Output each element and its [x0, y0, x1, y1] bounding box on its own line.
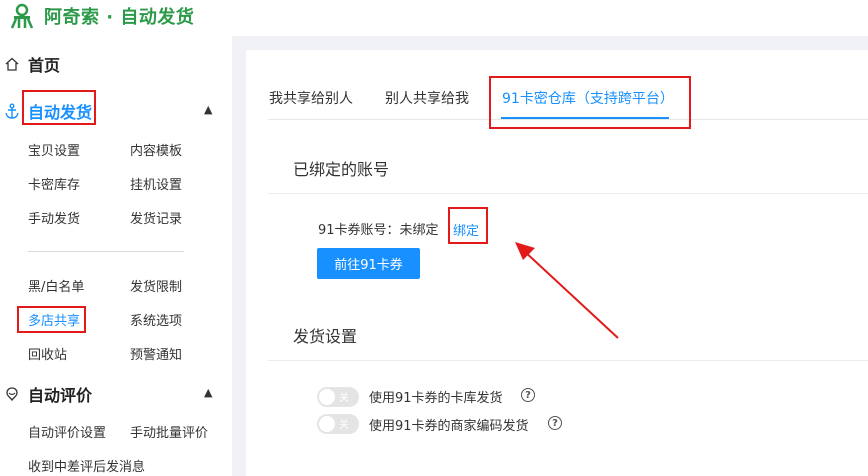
annotation-box-bind — [448, 207, 488, 244]
ship-settings-title: 发货设置 — [293, 327, 358, 346]
review-icon — [4, 386, 20, 402]
bound-account-title: 已绑定的账号 — [293, 160, 390, 179]
tab-shared-with-me[interactable]: 别人共享给我 — [385, 88, 469, 108]
toggle-card-library-ship[interactable]: 关 — [317, 387, 359, 407]
toggle-merchant-code-ship[interactable]: 关 — [317, 414, 359, 434]
home-icon — [4, 56, 20, 72]
toggle-knob — [319, 389, 335, 405]
chevron-up-icon[interactable]: ▲ — [204, 386, 212, 399]
sidebar-subitem[interactable]: 卡密库存 — [28, 174, 80, 193]
top-bar: 阿奇索 · 自动发货 — [0, 0, 868, 36]
account-status-label: 91卡券账号：未绑定 — [318, 223, 439, 238]
help-icon[interactable]: ? — [548, 416, 562, 430]
section-divider — [268, 360, 868, 361]
toggle-state-label: 关 — [339, 393, 349, 404]
sidebar-subitem[interactable]: 收到中差评后发消息 — [28, 456, 145, 475]
help-icon[interactable]: ? — [521, 388, 535, 402]
annotation-arrow-icon — [515, 242, 619, 339]
sidebar-item-home-label: 首页 — [28, 56, 61, 75]
anchor-icon — [4, 103, 20, 119]
sidebar-subitem[interactable]: 内容模板 — [130, 140, 182, 159]
sidebar-subitem[interactable]: 手动发货 — [28, 208, 80, 227]
annotation-box-multi-shop — [17, 306, 86, 333]
sidebar-subitem[interactable]: 黑/白名单 — [28, 276, 84, 295]
sidebar-subitem[interactable]: 预警通知 — [130, 344, 182, 363]
sidebar-item-home[interactable]: 首页 — [4, 52, 60, 76]
sidebar-subitem[interactable]: 回收站 — [28, 344, 67, 363]
sidebar-item-auto-review[interactable]: 自动评价 — [4, 382, 92, 406]
app-logo-icon — [10, 3, 34, 29]
sidebar-item-auto-review-label: 自动评价 — [28, 386, 93, 405]
app-title: 阿奇索 · 自动发货 — [44, 7, 195, 28]
sidebar-divider — [28, 251, 184, 252]
option-card-library-ship-label: 使用91卡券的卡库发货 — [369, 391, 503, 406]
annotation-box-auto-ship — [22, 90, 96, 125]
sidebar-subitem[interactable]: 宝贝设置 — [28, 140, 80, 159]
goto-91-card-button[interactable]: 前往91卡券 — [317, 248, 420, 279]
toggle-knob — [319, 416, 335, 432]
sidebar-subitem[interactable]: 系统选项 — [130, 310, 182, 329]
toggle-state-label: 关 — [339, 420, 349, 431]
sidebar-subitem[interactable]: 自动评价设置 — [28, 422, 106, 441]
sidebar-subitem[interactable]: 手动批量评价 — [130, 422, 208, 441]
section-divider — [268, 193, 868, 194]
sidebar-subitem[interactable]: 发货限制 — [130, 276, 182, 295]
tab-share-to-others[interactable]: 我共享给别人 — [269, 88, 353, 108]
option-merchant-code-ship-label: 使用91卡券的商家编码发货 — [369, 419, 529, 434]
annotation-box-tab — [489, 76, 691, 129]
sidebar-subitem[interactable]: 挂机设置 — [130, 174, 182, 193]
chevron-up-icon[interactable]: ▲ — [204, 103, 212, 116]
sidebar-subitem[interactable]: 发货记录 — [130, 208, 182, 227]
